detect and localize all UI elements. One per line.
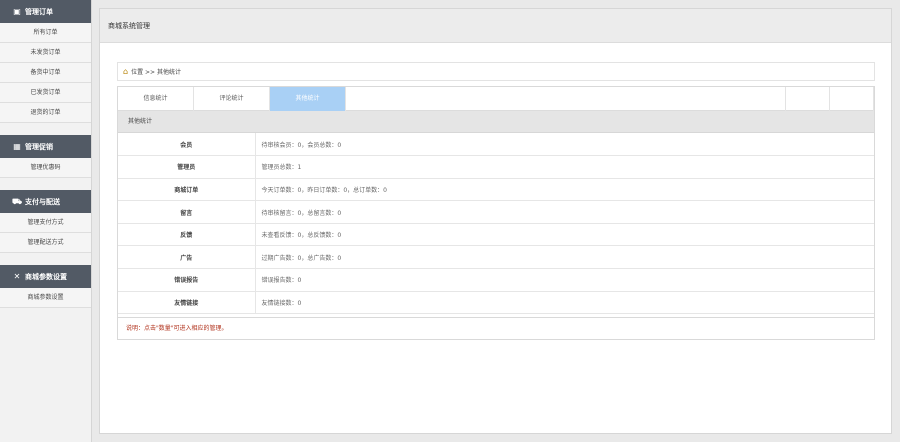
row-value[interactable]: 今天订单数：0，昨日订单数：0，总订单数：0 bbox=[255, 178, 874, 202]
table-row: 反馈 未查看反馈：0，总反馈数：0 bbox=[118, 223, 874, 247]
sidebar-item-payment-methods[interactable]: 管理支付方式 bbox=[0, 213, 91, 233]
sidebar-item-all-orders[interactable]: 所有订单 bbox=[0, 23, 91, 43]
section-title: 其他统计 bbox=[118, 111, 874, 133]
sidebar-group-header-promotions[interactable]: ▦ 管理促销 bbox=[0, 135, 91, 158]
row-value[interactable]: 待审核会员：0，会员总数：0 bbox=[255, 133, 874, 157]
sidebar-item-shipping-methods[interactable]: 管理配送方式 bbox=[0, 233, 91, 253]
table-row: 友情链接 友情链接数：0 bbox=[118, 291, 874, 315]
stats-table: 会员 待审核会员：0，会员总数：0 管理员 管理员总数：1 商城订单 今天订单数… bbox=[118, 133, 874, 315]
row-label: 会员 bbox=[118, 133, 256, 157]
calendar-icon: ▦ bbox=[13, 142, 21, 151]
row-label: 广告 bbox=[118, 245, 256, 270]
sidebar-item-shipped-orders[interactable]: 已发货订单 bbox=[0, 83, 91, 103]
cart-icon: ⛟ bbox=[12, 196, 23, 206]
row-value[interactable]: 错误报告数：0 bbox=[255, 268, 874, 292]
sidebar-group-header-settings[interactable]: ✕ 商城参数设置 bbox=[0, 265, 91, 288]
sidebar-item-unshipped-orders[interactable]: 未发货订单 bbox=[0, 43, 91, 63]
sidebar-item-returned-orders[interactable]: 退货的订单 bbox=[0, 103, 91, 123]
tab-empty-1[interactable] bbox=[785, 87, 830, 111]
page-title-bar: 商城系统管理 bbox=[100, 9, 891, 43]
tab-bar: 信息统计 评论统计 其他统计 bbox=[118, 87, 874, 111]
row-label: 反馈 bbox=[118, 223, 256, 247]
row-value[interactable]: 管理员总数：1 bbox=[255, 155, 874, 179]
row-value[interactable]: 过期广告数：0，总广告数：0 bbox=[255, 245, 874, 270]
breadcrumb: ⌂ 位置 >> 其他统计 bbox=[117, 62, 875, 81]
sidebar-group-payment: ⛟ 支付与配送 管理支付方式 管理配送方式 bbox=[0, 190, 91, 253]
sidebar-group-title: 商城参数设置 bbox=[25, 272, 67, 281]
orders-icon: ▣ bbox=[13, 7, 21, 16]
row-value[interactable]: 待审核留言：0，总留言数：0 bbox=[255, 200, 874, 224]
sidebar-item-mall-settings[interactable]: 商城参数设置 bbox=[0, 288, 91, 308]
tab-info-stats[interactable]: 信息统计 bbox=[118, 87, 194, 111]
table-row: 留言 待审核留言：0，总留言数：0 bbox=[118, 200, 874, 224]
sidebar-group-header-payment[interactable]: ⛟ 支付与配送 bbox=[0, 190, 91, 213]
row-label: 留言 bbox=[118, 200, 256, 224]
row-value[interactable]: 友情链接数：0 bbox=[255, 291, 874, 315]
sidebar-item-coupons[interactable]: 管理优惠码 bbox=[0, 158, 91, 178]
page-title: 商城系统管理 bbox=[108, 21, 150, 30]
sidebar-group-title: 管理订单 bbox=[25, 7, 53, 16]
note-text: 说明：点击"数量"可进入相应的管理。 bbox=[118, 317, 874, 339]
table-row: 商城订单 今天订单数：0，昨日订单数：0，总订单数：0 bbox=[118, 178, 874, 202]
tab-other-stats[interactable]: 其他统计 bbox=[270, 87, 346, 111]
sidebar-group-title: 支付与配送 bbox=[25, 197, 60, 206]
table-row: 错误报告 错误报告数：0 bbox=[118, 268, 874, 292]
sidebar-item-preparing-orders[interactable]: 备货中订单 bbox=[0, 63, 91, 83]
breadcrumb-text: 位置 >> 其他统计 bbox=[131, 69, 181, 76]
sidebar-group-title: 管理促销 bbox=[25, 142, 53, 151]
sidebar: ▣ 管理订单 所有订单 未发货订单 备货中订单 已发货订单 退货的订单 ▦ 管理… bbox=[0, 0, 92, 442]
row-label: 管理员 bbox=[118, 155, 256, 179]
row-label: 友情链接 bbox=[118, 291, 256, 315]
row-label: 商城订单 bbox=[118, 178, 256, 202]
table-row: 会员 待审核会员：0，会员总数：0 bbox=[118, 133, 874, 157]
home-icon[interactable]: ⌂ bbox=[123, 67, 128, 76]
row-value[interactable]: 未查看反馈：0，总反馈数：0 bbox=[255, 223, 874, 247]
row-label: 错误报告 bbox=[118, 268, 256, 292]
tools-icon: ✕ bbox=[13, 272, 21, 281]
sidebar-group-header-orders[interactable]: ▣ 管理订单 bbox=[0, 0, 91, 23]
sidebar-group-promotions: ▦ 管理促销 管理优惠码 bbox=[0, 135, 91, 178]
main-content: 商城系统管理 ⌂ 位置 >> 其他统计 信息统计 评论统计 其他统计 其他统计 … bbox=[99, 8, 892, 434]
tab-empty-2[interactable] bbox=[830, 87, 874, 111]
tab-comment-stats[interactable]: 评论统计 bbox=[194, 87, 270, 111]
sidebar-group-settings: ✕ 商城参数设置 商城参数设置 bbox=[0, 265, 91, 308]
tab-bar-spacer bbox=[346, 87, 785, 110]
sidebar-group-orders: ▣ 管理订单 所有订单 未发货订单 备货中订单 已发货订单 退货的订单 bbox=[0, 0, 91, 123]
table-row: 管理员 管理员总数：1 bbox=[118, 155, 874, 179]
stats-panel: 信息统计 评论统计 其他统计 其他统计 会员 待审核会员：0，会员总数：0 管理… bbox=[117, 86, 875, 340]
table-row: 广告 过期广告数：0，总广告数：0 bbox=[118, 245, 874, 270]
